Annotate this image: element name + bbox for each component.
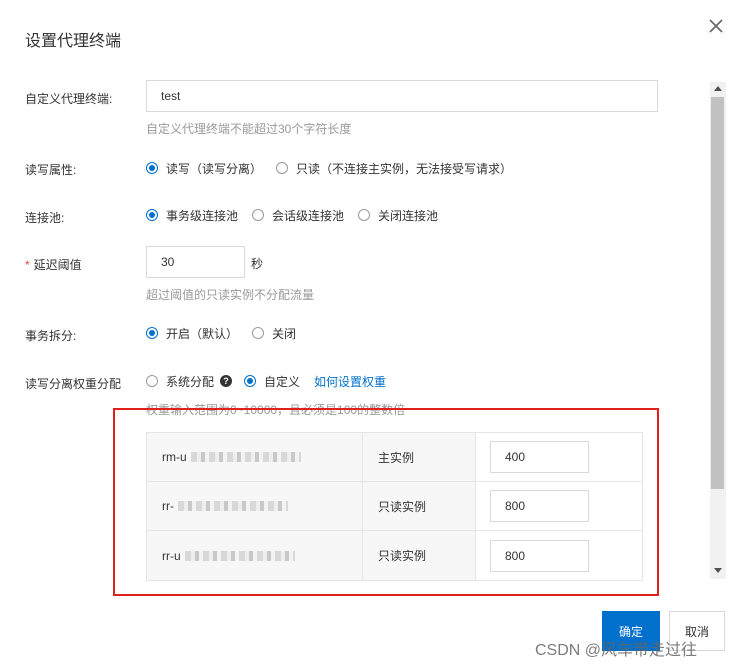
scroll-down-icon[interactable]	[714, 568, 722, 573]
radio-checked-icon	[244, 375, 257, 387]
instance-type: 只读实例	[363, 482, 476, 530]
pool-radio-group: 事务级连接池 会话级连接池 关闭连接池	[146, 205, 452, 225]
split-option-on[interactable]: 开启（默认）	[146, 325, 238, 342]
proxy-name-input[interactable]: test	[146, 80, 658, 112]
delay-hint: 超过阈值的只读实例不分配流量	[146, 288, 315, 302]
rw-option-readwrite[interactable]: 读写（读写分离）	[146, 160, 262, 177]
close-icon[interactable]	[706, 16, 726, 36]
split-label: 事务拆分:	[25, 329, 77, 343]
instance-weight-table: rm-u 主实例 400 rr- 只读实例 800 rr-u 只读实例 800	[146, 432, 643, 581]
how-to-set-weight-link[interactable]: 如何设置权重	[314, 373, 386, 390]
help-icon[interactable]: ?	[220, 375, 233, 387]
pool-option-transaction[interactable]: 事务级连接池	[146, 207, 238, 224]
split-option-off[interactable]: 关闭	[252, 325, 296, 342]
delay-label-wrap: * 延迟阈值	[25, 256, 82, 273]
scroll-up-icon[interactable]	[714, 86, 722, 91]
instance-id-cell: rm-u	[147, 433, 363, 481]
redacted-id	[178, 501, 288, 511]
delay-unit: 秒	[251, 257, 264, 271]
rw-label: 读写属性:	[25, 163, 77, 177]
radio-unchecked-icon	[252, 209, 265, 221]
weight-input[interactable]: 400	[490, 441, 589, 473]
radio-unchecked-icon	[358, 209, 371, 221]
instance-type: 主实例	[363, 433, 476, 481]
radio-checked-icon	[146, 162, 158, 174]
watermark: CSDN @风车带走过往	[535, 642, 698, 659]
pool-option-off[interactable]: 关闭连接池	[358, 207, 438, 224]
weight-label: 读写分离权重分配	[25, 377, 122, 391]
redacted-id	[184, 550, 295, 561]
delay-threshold-input[interactable]: 30	[146, 246, 245, 278]
table-row: rm-u 主实例 400	[147, 433, 642, 482]
weight-option-custom[interactable]: 自定义	[244, 373, 300, 390]
name-label: 自定义代理终端:	[25, 92, 113, 106]
radio-unchecked-icon	[252, 327, 265, 339]
delay-label: 延迟阈值	[33, 258, 82, 272]
radio-checked-icon	[146, 209, 158, 221]
pool-label: 连接池:	[25, 211, 65, 225]
weight-option-system[interactable]: 系统分配	[146, 373, 214, 390]
proxy-name-value: test	[161, 89, 181, 103]
instance-id-cell: rr-	[147, 482, 363, 530]
weight-input[interactable]: 800	[490, 490, 589, 522]
rw-option-readonly[interactable]: 只读（不连接主实例，无法接受写请求）	[276, 160, 512, 177]
radio-checked-icon	[146, 327, 158, 339]
table-row: rr- 只读实例 800	[147, 482, 642, 531]
instance-type: 只读实例	[363, 531, 476, 580]
redacted-id	[190, 452, 301, 462]
name-hint: 自定义代理终端不能超过30个字符长度	[146, 122, 352, 136]
table-row: rr-u 只读实例 800	[147, 531, 642, 580]
required-mark: *	[25, 258, 30, 272]
weight-radio-group: 系统分配 ? 自定义 如何设置权重	[146, 371, 386, 391]
scrollbar-thumb[interactable]	[711, 97, 724, 489]
weight-hint: 权重输入范围为0~10000，且必须是100的整数倍	[146, 403, 406, 417]
weight-input[interactable]: 800	[490, 539, 589, 572]
split-radio-group: 开启（默认） 关闭	[146, 323, 310, 343]
delay-threshold-value: 30	[161, 255, 175, 269]
pool-option-session[interactable]: 会话级连接池	[252, 207, 344, 224]
dialog-title: 设置代理终端	[25, 33, 122, 50]
rw-radio-group: 读写（读写分离） 只读（不连接主实例，无法接受写请求）	[146, 158, 526, 178]
radio-unchecked-icon	[146, 375, 158, 387]
instance-id-cell: rr-u	[147, 531, 363, 580]
radio-unchecked-icon	[276, 162, 289, 174]
